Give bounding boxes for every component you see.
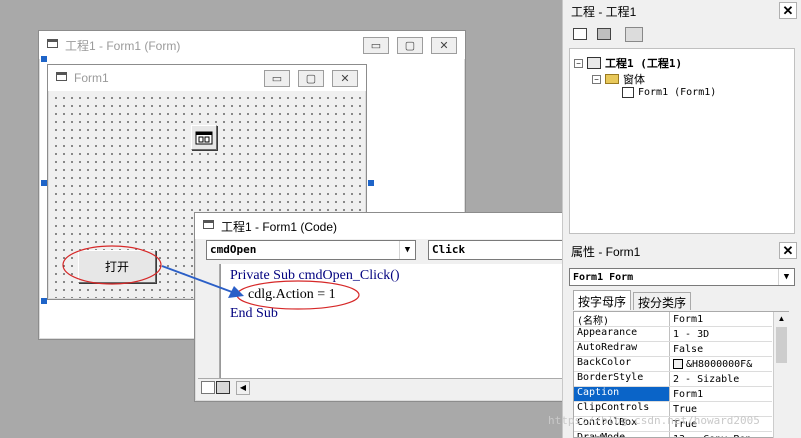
color-swatch-icon xyxy=(673,359,683,369)
property-value[interactable]: False xyxy=(670,342,772,356)
project-explorer: 工程 - 工程1 ✕ − 工程1 (工程1) − 窗体 Form1 (Form1… xyxy=(562,0,801,240)
form-icon xyxy=(622,87,634,98)
project-explorer-title: 工程 - 工程1 xyxy=(563,0,801,22)
property-value-text: 1 - 3D xyxy=(673,328,710,340)
tree-item-label: Form1 (Form1) xyxy=(638,87,717,98)
property-value[interactable]: Form1 xyxy=(670,312,772,326)
project-explorer-title-text: 工程 - 工程1 xyxy=(571,4,637,19)
properties-object-combo[interactable]: Form1 Form ▼ xyxy=(569,268,795,286)
property-value-text: Form1 xyxy=(673,388,704,400)
property-value[interactable]: 2 - Sizable xyxy=(670,372,772,386)
property-value-text: False xyxy=(673,343,704,355)
property-row[interactable]: Appearance 1 - 3D xyxy=(574,327,772,342)
watermark: https://blog.csdn.net/howard2005 xyxy=(548,414,760,427)
tab-alphabetic[interactable]: 按字母序 xyxy=(573,290,632,310)
close-icon[interactable]: ✕ xyxy=(779,242,797,259)
property-name: BorderStyle xyxy=(574,372,670,386)
property-row[interactable]: BackColor &H8000000F& xyxy=(574,357,772,372)
property-value-text: &H8000000F& xyxy=(686,358,753,370)
property-row[interactable]: AutoRedraw False xyxy=(574,342,772,357)
properties-scrollbar[interactable]: ▲ xyxy=(773,312,789,438)
view-object-icon[interactable] xyxy=(597,28,611,40)
property-value[interactable]: 1 - 3D xyxy=(670,327,772,341)
tree-folder[interactable]: − 窗体 xyxy=(592,71,645,87)
property-value[interactable]: Form1 xyxy=(670,387,772,401)
tree-root[interactable]: − 工程1 (工程1) xyxy=(574,55,682,71)
tab-categorized[interactable]: 按分类序 xyxy=(633,292,692,310)
tree-item-form1[interactable]: Form1 (Form1) xyxy=(622,87,716,98)
property-row[interactable]: BorderStyle 2 - Sizable xyxy=(574,372,772,387)
project-icon xyxy=(587,57,601,69)
property-name: Appearance xyxy=(574,327,670,341)
property-name: AutoRedraw xyxy=(574,342,670,356)
chevron-down-icon[interactable]: ▼ xyxy=(778,269,794,285)
property-value-text: 2 - Sizable xyxy=(673,373,740,385)
folder-icon xyxy=(605,74,619,84)
collapse-icon[interactable]: − xyxy=(574,58,583,68)
close-icon[interactable]: ✕ xyxy=(779,2,797,19)
property-value[interactable]: 13 - Copy Pen xyxy=(670,432,772,438)
properties-object-value: Form1 Form xyxy=(573,272,634,283)
scroll-thumb[interactable] xyxy=(776,327,787,363)
property-name: Caption xyxy=(574,387,670,401)
toggle-folders-icon[interactable] xyxy=(625,27,643,42)
properties-title-text: 属性 - Form1 xyxy=(571,244,641,259)
property-row[interactable]: Caption Form1 xyxy=(574,387,772,402)
properties-title: 属性 - Form1 xyxy=(563,240,801,262)
property-name: DrawMode xyxy=(574,432,670,437)
property-value-text: 13 - Copy Pen xyxy=(673,434,751,438)
tab-categorized-label: 按分类序 xyxy=(638,296,687,310)
explorer-toolbar xyxy=(567,24,797,46)
property-name: BackColor xyxy=(574,357,670,371)
project-tree: − 工程1 (工程1) − 窗体 Form1 (Form1) xyxy=(569,48,795,234)
view-code-icon[interactable] xyxy=(573,28,587,40)
tab-alphabetic-label: 按字母序 xyxy=(578,295,627,309)
property-value-text: Form1 xyxy=(673,313,704,325)
tree-root-label: 工程1 (工程1) xyxy=(605,57,683,70)
property-row[interactable]: DrawMode13 - Copy Pen xyxy=(574,432,772,438)
property-value-text: True xyxy=(673,403,698,415)
scroll-up-button[interactable]: ▲ xyxy=(774,312,789,326)
property-value[interactable]: &H8000000F& xyxy=(670,357,772,371)
tree-folder-label: 窗体 xyxy=(623,73,645,86)
property-name: (名称) xyxy=(574,312,670,326)
properties-window: 属性 - Form1 ✕ Form1 Form ▼ 按字母序 按分类序 (名称)… xyxy=(562,240,801,438)
collapse-icon[interactable]: − xyxy=(592,74,601,84)
property-row[interactable]: (名称) Form1 xyxy=(574,312,772,327)
